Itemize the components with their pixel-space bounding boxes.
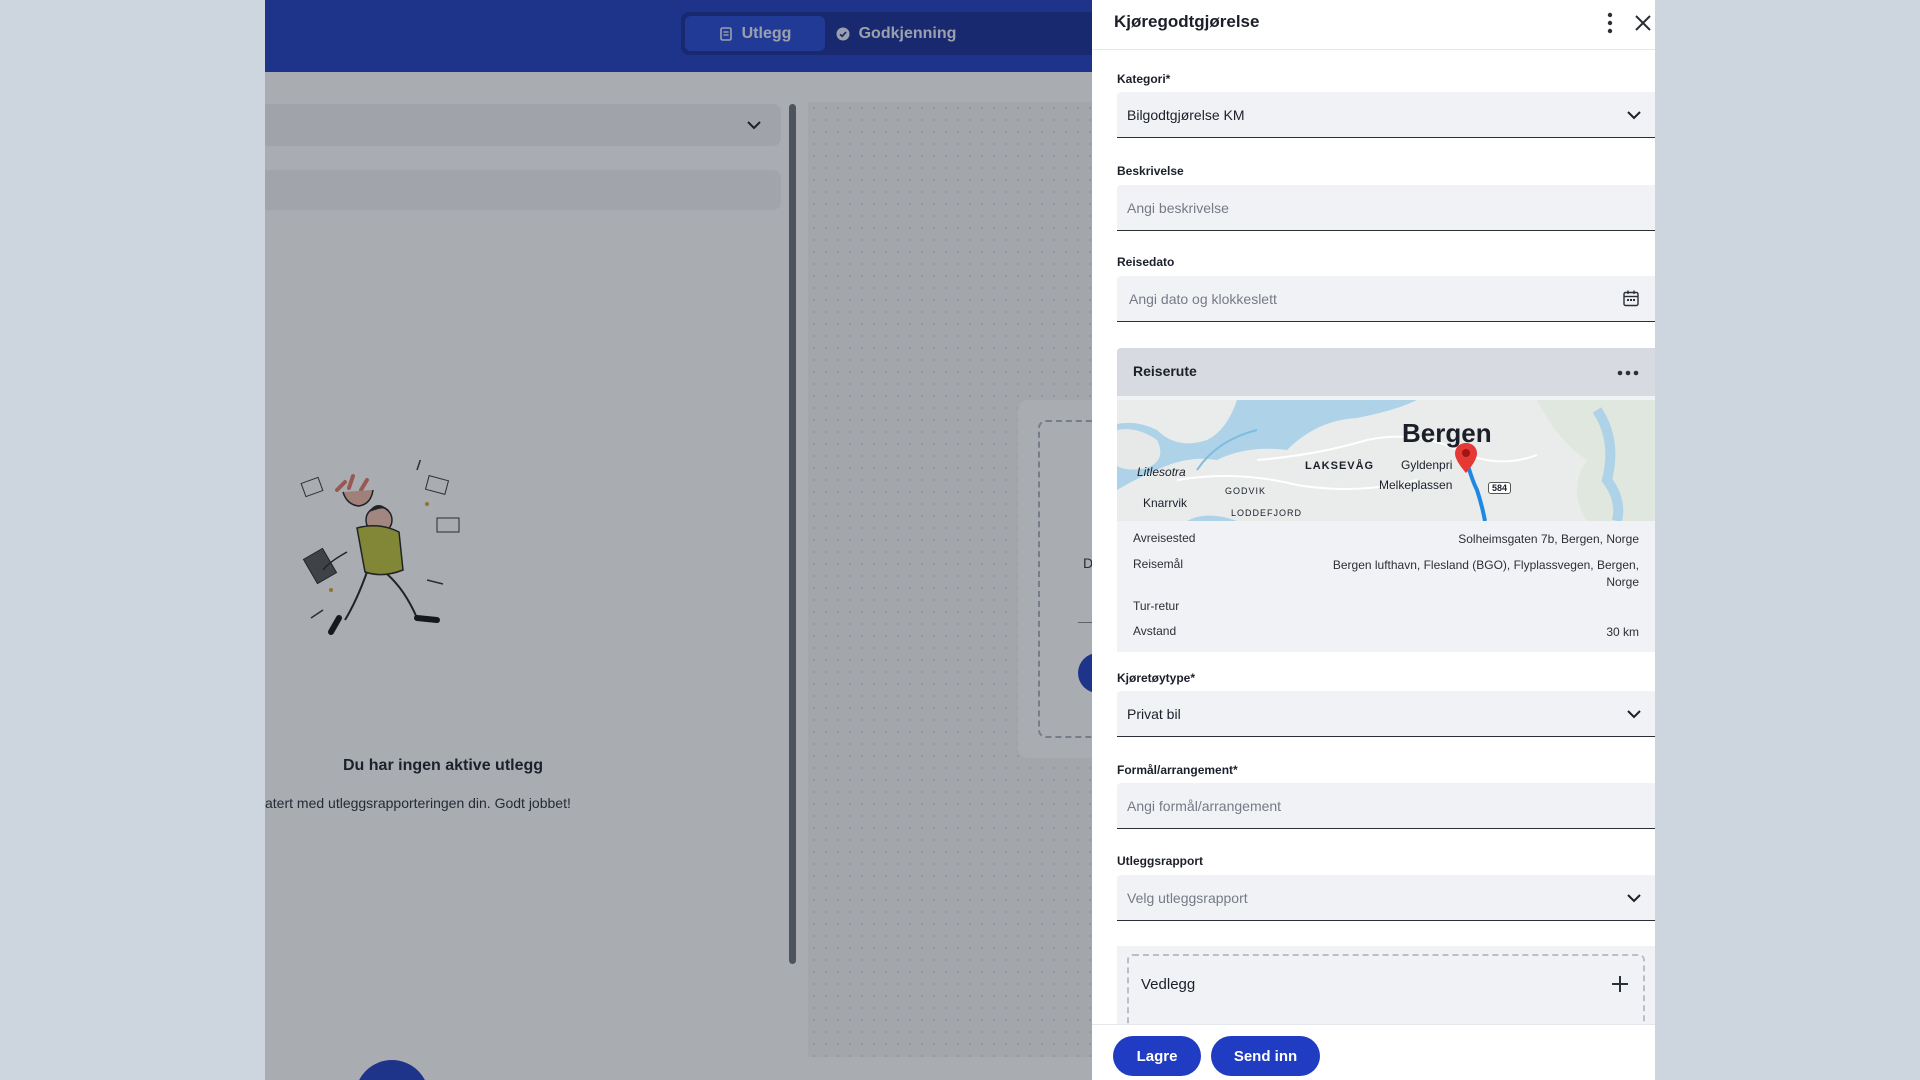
drawer-title: Kjøregodtgjørelse	[1114, 12, 1260, 31]
rapport-label: Utleggsrapport	[1117, 854, 1204, 868]
mileage-drawer: Kjøregodtgjørelse Kategori* Bilgodtgjøre…	[1092, 0, 1655, 1080]
reisedato-placeholder: Angi dato og klokkeslett	[1129, 290, 1277, 307]
more-horizontal-icon[interactable]	[1617, 370, 1639, 376]
formal-label: Formål/arrangement*	[1117, 763, 1238, 777]
route-roundtrip-label: Tur-retur	[1133, 599, 1180, 613]
rapport-select[interactable]: Velg utleggsrapport	[1117, 875, 1655, 921]
drawer-body: Kategori* Bilgodtgjørelse KM Beskrivelse…	[1092, 50, 1655, 1024]
route-map[interactable]: Bergen Litlesotra LAKSEVÅG Gyldenpri Kna…	[1117, 400, 1655, 521]
close-icon[interactable]	[1632, 12, 1654, 34]
route-start-label: Avreisested	[1133, 531, 1196, 545]
route-header: Reiserute	[1117, 348, 1655, 396]
map-label-laksevag: LAKSEVÅG	[1305, 460, 1375, 472]
kjoretoy-select[interactable]: Privat bil	[1117, 691, 1655, 737]
map-label-litlesotra: Litlesotra	[1137, 465, 1186, 479]
reisedato-input[interactable]: Angi dato og klokkeslett	[1117, 276, 1655, 322]
kategori-select[interactable]: Bilgodtgjørelse KM	[1117, 92, 1655, 138]
rapport-placeholder: Velg utleggsrapport	[1127, 889, 1248, 906]
calendar-icon[interactable]	[1623, 290, 1639, 307]
route-section: Reiserute Bergen Litlesotra LAKSEVÅG Gyl…	[1117, 348, 1655, 652]
map-label-godvik: GODVIK	[1225, 486, 1267, 496]
map-background	[1117, 400, 1655, 521]
formal-placeholder: Angi formål/arrangement	[1127, 797, 1282, 814]
kebab-menu-icon[interactable]	[1606, 11, 1614, 35]
map-label-road-584: 584	[1488, 482, 1512, 494]
route-distance-value: 30 km	[1606, 625, 1639, 639]
reisedato-label: Reisedato	[1117, 255, 1175, 269]
route-start-value: Solheimsgaten 7b, Bergen, Norge	[1458, 532, 1639, 546]
submit-button[interactable]: Send inn	[1211, 1036, 1320, 1076]
beskrivelse-input[interactable]: Angi beskrivelse	[1117, 185, 1655, 231]
route-destination-label: Reisemål	[1133, 557, 1184, 571]
chevron-down-icon	[1627, 894, 1641, 903]
drawer-header: Kjøregodtgjørelse	[1092, 0, 1655, 50]
map-label-knarrvik: Knarrvik	[1143, 496, 1188, 510]
drawer-footer: Lagre Send inn	[1092, 1024, 1655, 1080]
route-distance-label: Avstand	[1133, 624, 1177, 638]
map-label-melkeplassen: Melkeplassen	[1379, 478, 1453, 492]
kategori-value: Bilgodtgjørelse KM	[1127, 106, 1245, 123]
formal-input[interactable]: Angi formål/arrangement	[1117, 783, 1655, 829]
plus-icon[interactable]	[1611, 975, 1629, 993]
map-label-gyldenpris: Gyldenpri	[1401, 458, 1453, 472]
kjoretoy-value: Privat bil	[1127, 705, 1181, 722]
chevron-down-icon	[1627, 710, 1641, 719]
save-button[interactable]: Lagre	[1113, 1036, 1201, 1076]
attachment-section: Vedlegg	[1117, 946, 1655, 1024]
kjoretoy-label: Kjøretøytype*	[1117, 671, 1196, 685]
route-destination-value: Bergen lufthavn, Flesland (BGO), Flyplas…	[1332, 558, 1639, 589]
attachment-dropzone[interactable]: Vedlegg	[1127, 954, 1645, 1024]
map-pin-icon	[1455, 443, 1477, 473]
chevron-down-icon	[1627, 111, 1641, 120]
kategori-label: Kategori*	[1117, 72, 1171, 86]
attachment-label: Vedlegg	[1141, 976, 1196, 993]
map-label-bergen: Bergen	[1402, 418, 1492, 448]
beskrivelse-placeholder: Angi beskrivelse	[1127, 199, 1229, 216]
route-title: Reiserute	[1133, 363, 1197, 379]
map-label-loddefjord: LODDEFJORD	[1231, 508, 1303, 518]
beskrivelse-label: Beskrivelse	[1117, 164, 1184, 178]
